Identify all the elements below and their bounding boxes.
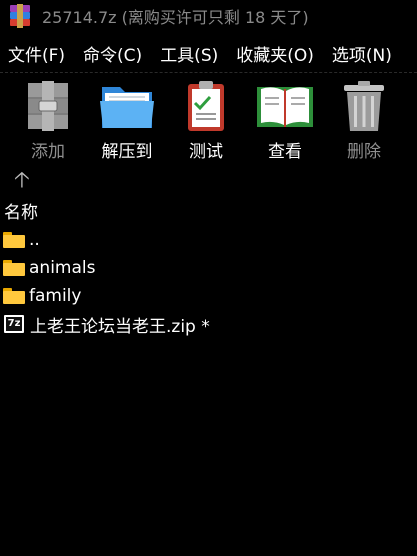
folder-icon [3,232,25,248]
extract-to-button[interactable]: 解压到 [89,79,165,162]
list-item[interactable]: 7z 上老王论坛当老王.zip * [0,310,417,338]
folder-icon [3,260,25,276]
list-item[interactable]: family [0,282,417,310]
folder-icon [3,288,25,304]
list-item[interactable]: .. [0,226,417,254]
trash-icon [334,79,394,133]
file-list: .. animals family 7z 上老王论坛当老王.zip * [0,226,417,338]
winrar-app-icon [8,4,32,28]
menu-options[interactable]: 选项(N) [324,41,402,66]
title-bar: 25714.7z (离购买许可只剩 18 天了) [0,0,417,32]
archive-add-icon [18,79,78,133]
menu-commands[interactable]: 命令(C) [75,41,152,66]
extract-folder-icon [97,79,157,133]
add-button[interactable]: 添加 [10,79,86,162]
menu-tools[interactable]: 工具(S) [152,41,228,66]
view-button[interactable]: 查看 [247,79,323,162]
item-name: .. [29,230,40,250]
open-book-icon [255,79,315,133]
view-label: 查看 [268,142,302,162]
delete-label: 删除 [347,142,381,162]
item-name: animals [29,258,96,278]
item-name: 上老王论坛当老王.zip * [30,316,210,337]
delete-button[interactable]: 删除 [326,79,402,162]
column-header-name[interactable]: 名称 [4,198,38,223]
up-arrow-icon[interactable]: 🡡 [14,163,30,201]
7z-archive-icon: 7z [4,315,24,333]
test-button[interactable]: 测试 [168,79,244,162]
menu-bar: 文件(F) 命令(C) 工具(S) 收藏夹(O) 选项(N) [0,34,417,72]
menu-file[interactable]: 文件(F) [0,41,75,66]
item-name: family [29,286,82,306]
menu-favorites[interactable]: 收藏夹(O) [228,41,324,66]
window-title: 25714.7z (离购买许可只剩 18 天了) [42,8,309,27]
test-label: 测试 [189,142,223,162]
list-item[interactable]: animals [0,254,417,282]
add-label: 添加 [31,142,65,162]
toolbar: 添加 解压到 测试 查看 删除 [0,72,417,173]
clipboard-check-icon [176,79,236,133]
extract-to-label: 解压到 [101,142,153,162]
